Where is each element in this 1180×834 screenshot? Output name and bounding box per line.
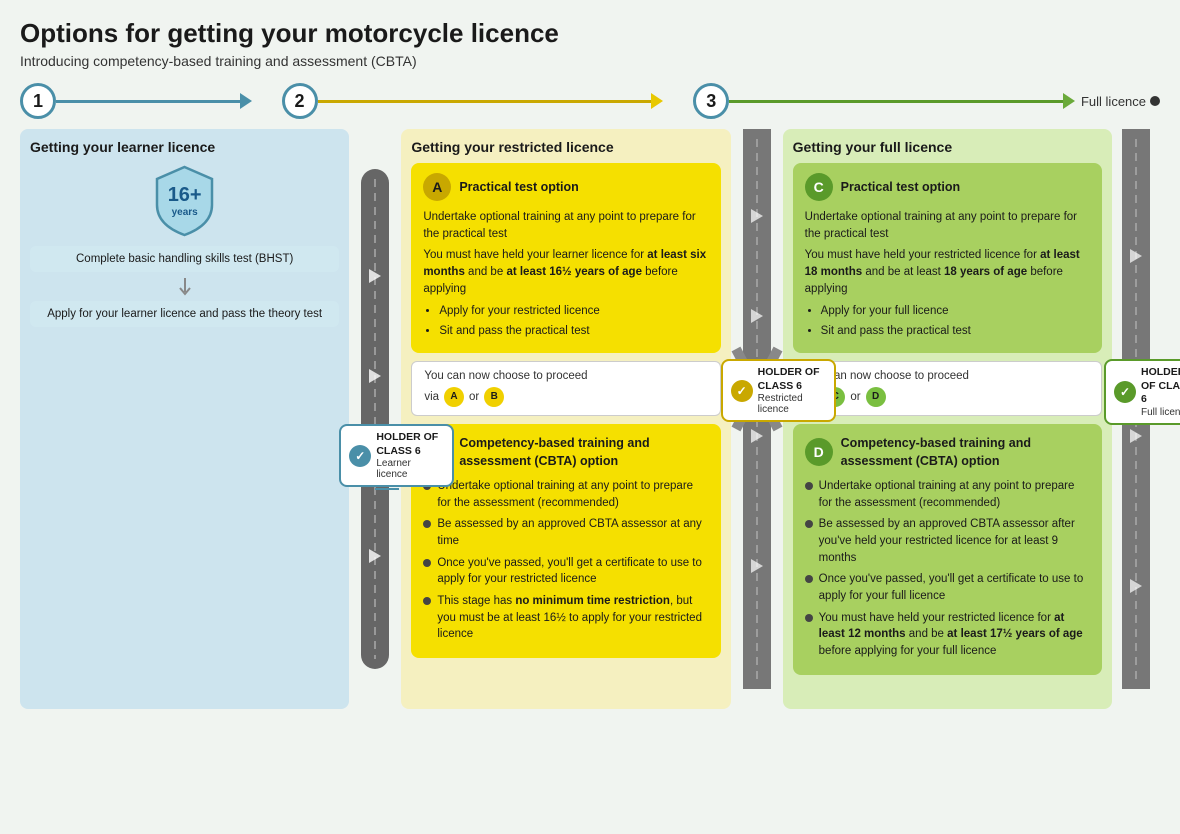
option-a-header: A Practical test option [423, 173, 708, 201]
bullet-icon-d2 [805, 520, 813, 528]
option-c-title: Practical test option [841, 178, 960, 196]
arrow-3 [1063, 93, 1075, 109]
choose-box-full: You can now choose to proceed via C or D [793, 361, 1102, 416]
option-b-bullet4-text: This stage has no minimum time restricti… [437, 593, 708, 643]
option-d-letter: D [805, 438, 833, 466]
option-c-body1: Undertake optional training at any point… [805, 209, 1090, 242]
option-a-letter: A [423, 173, 451, 201]
option-a-body1: Undertake optional training at any point… [423, 209, 708, 242]
choose-full-text: You can now choose to proceed [806, 370, 1089, 382]
stage-3-heading: Getting your full licence [793, 139, 1102, 155]
stage-line-2 [318, 100, 652, 103]
bullet-icon-3 [423, 559, 431, 567]
holder-learner-badge: ✓ HOLDER OF CLASS 6 Learner licence [339, 424, 454, 487]
option-b-bullet-1: Undertake optional training at any point… [423, 478, 708, 511]
road-connector-2: ✓ HOLDER OF CLASS 6 Restricted licence [731, 129, 783, 709]
stage-1-heading: Getting your learner licence [30, 139, 339, 155]
option-d-bullet-3: Once you've passed, you'll get a certifi… [805, 571, 1090, 604]
stage-1-column: Getting your learner licence 16+ years C… [20, 129, 349, 709]
option-d-bullet-4: You must have held your restricted licen… [805, 610, 1090, 660]
holder-restricted-sub: Restricted licence [758, 393, 826, 415]
arrow-2 [651, 93, 663, 109]
arrow-1 [240, 93, 252, 109]
stage-circle-1: 1 [20, 83, 56, 119]
shield-age: 16+ [168, 184, 202, 207]
full-licence-label: Full licence [1081, 94, 1160, 109]
bullet-icon-2 [423, 520, 431, 528]
check-icon-restricted: ✓ [731, 380, 753, 402]
choose-box-restricted: You can now choose to proceed via A or B [411, 361, 720, 416]
stage-2-column: Getting your restricted licence A Practi… [401, 129, 730, 709]
option-b-bullet-4: This stage has no minimum time restricti… [423, 593, 708, 643]
choose-restricted-text: You can now choose to proceed [424, 370, 707, 382]
stage-2-heading: Getting your restricted licence [411, 139, 720, 155]
page-subtitle: Introducing competency-based training an… [20, 53, 1160, 69]
bullet-icon-d3 [805, 575, 813, 583]
option-d-header: D Competency-based training and assessme… [805, 434, 1090, 470]
option-c-letter: C [805, 173, 833, 201]
stage-line-1 [56, 100, 240, 103]
option-b-title: Competency-based training and assessment… [459, 434, 708, 470]
option-d-title: Competency-based training and assessment… [841, 434, 1090, 470]
option-d-card: D Competency-based training and assessme… [793, 424, 1102, 675]
holder-restricted-badge: ✓ HOLDER OF CLASS 6 Restricted licence [721, 359, 836, 422]
option-c-bullet-1: Apply for your full licence [821, 303, 1090, 320]
road-connector-3: ✓ HOLDER OF CLASS 6 Full licence [1112, 129, 1160, 709]
holder-full-title: HOLDER OF CLASS 6 [1141, 366, 1180, 407]
bullet-icon-4 [423, 597, 431, 605]
road-svg-1 [349, 169, 401, 669]
holder-restricted-title: HOLDER OF CLASS 6 [758, 366, 826, 393]
option-c-card: C Practical test option Undertake option… [793, 163, 1102, 353]
choose-full-via: via C or D [806, 387, 1089, 407]
option-b-bullet-2: Be assessed by an approved CBTA assessor… [423, 516, 708, 549]
full-dot [1150, 96, 1160, 106]
option-b-card: B Competency-based training and assessme… [411, 424, 720, 658]
option-c-bullets: Apply for your full licence Sit and pass… [805, 303, 1090, 339]
learner-step-1: Complete basic handling skills test (BHS… [30, 246, 339, 272]
option-a-title: Practical test option [459, 178, 578, 196]
option-a-card: A Practical test option Undertake option… [411, 163, 720, 353]
main-container: Options for getting your motorcycle lice… [0, 0, 1180, 834]
check-icon-learner: ✓ [349, 445, 371, 467]
arrow-down-1 [30, 278, 339, 298]
option-b-bullet-3: Once you've passed, you'll get a certifi… [423, 555, 708, 588]
check-icon-full: ✓ [1114, 381, 1136, 403]
option-a-bullets: Apply for your restricted licence Sit an… [423, 303, 708, 339]
road-connector-1: ✓ HOLDER OF CLASS 6 Learner licence [349, 129, 401, 709]
learner-step-2: Apply for your learner licence and pass … [30, 301, 339, 327]
page-title: Options for getting your motorcycle lice… [20, 18, 1160, 49]
holder-full-badge: ✓ HOLDER OF CLASS 6 Full licence [1104, 359, 1180, 425]
age-shield: 16+ years [30, 163, 339, 238]
stage-circle-3: 3 [693, 83, 729, 119]
option-b-header: B Competency-based training and assessme… [423, 434, 708, 470]
stage-bar: 1 2 3 Full licence [20, 83, 1160, 119]
holder-learner-sub: Learner licence [376, 458, 444, 480]
shield-years: years [168, 207, 202, 218]
option-d-bullet-1: Undertake optional training at any point… [805, 478, 1090, 511]
option-c-bullet-2: Sit and pass the practical test [821, 323, 1090, 340]
option-c-header: C Practical test option [805, 173, 1090, 201]
option-bubble-d: D [866, 387, 886, 407]
holder-full-sub: Full licence [1141, 407, 1180, 418]
holder-learner-title: HOLDER OF CLASS 6 [376, 431, 444, 458]
option-a-bullet-1: Apply for your restricted licence [439, 303, 708, 320]
option-d-bullet4-text: You must have held your restricted licen… [819, 610, 1090, 660]
bullet-icon-d1 [805, 482, 813, 490]
option-a-bullet-2: Sit and pass the practical test [439, 323, 708, 340]
option-bubble-b: B [484, 387, 504, 407]
option-bubble-a: A [444, 387, 464, 407]
stage-circle-2: 2 [282, 83, 318, 119]
option-c-body2: You must have held your restricted licen… [805, 247, 1090, 297]
option-a-body2: You must have held your learner licence … [423, 247, 708, 297]
bullet-icon-d4 [805, 614, 813, 622]
choose-restricted-via: via A or B [424, 387, 707, 407]
option-d-bullet-2: Be assessed by an approved CBTA assessor… [805, 516, 1090, 566]
